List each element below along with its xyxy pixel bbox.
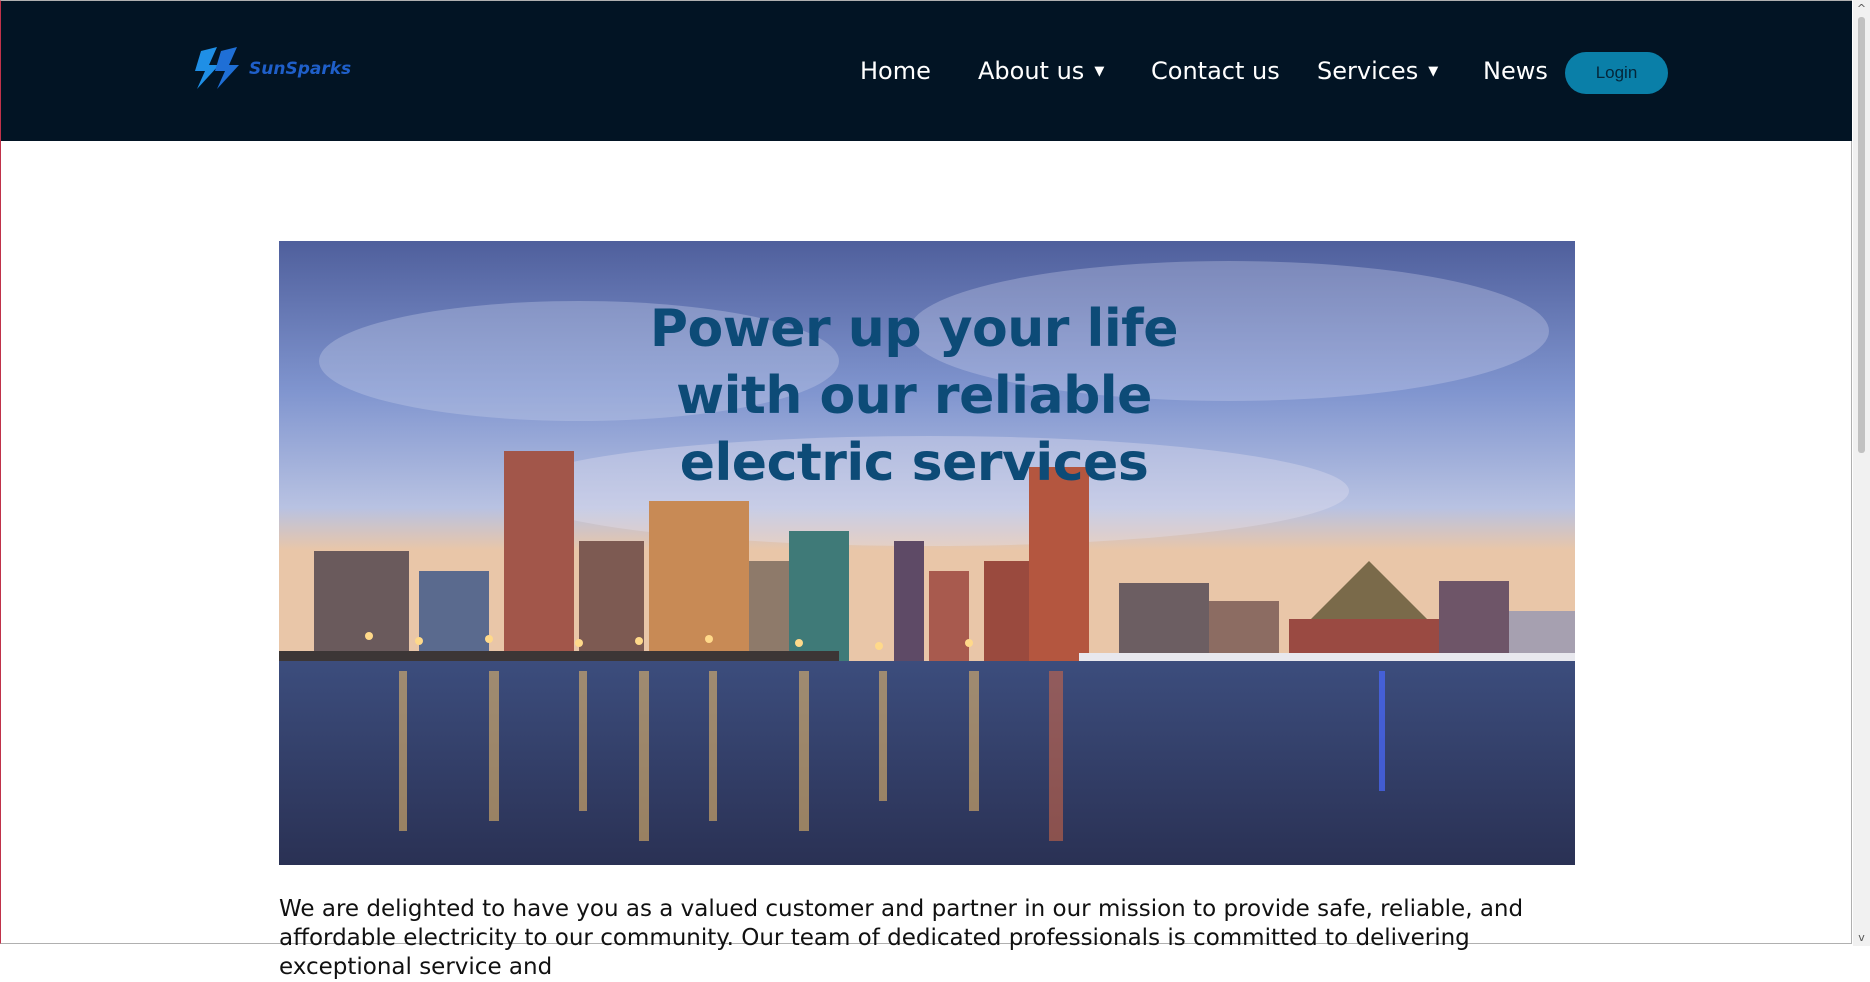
dropdown-caret-icon: ▼ [1094,64,1105,79]
nav-services-label: Services [1317,57,1419,85]
login-button[interactable]: Login [1565,52,1668,94]
nav-home[interactable]: Home [860,57,931,85]
chevron-up-icon[interactable]: ^ [1853,0,1870,17]
vertical-scrollbar[interactable]: ^ v [1853,0,1870,946]
nav-news[interactable]: News [1483,57,1548,85]
nav-about-us[interactable]: About us ▼ [978,57,1104,85]
chevron-down-icon[interactable]: v [1853,929,1870,946]
nav-about-us-label: About us [978,57,1085,85]
hero-title: Power up your life with our reliable ele… [649,299,1179,493]
lightning-logo-icon [195,47,239,89]
dropdown-caret-icon: ▼ [1428,64,1439,79]
intro-paragraph: We are delighted to have you as a valued… [279,896,1524,980]
sunsparks-logo[interactable]: SunSparks [191,43,351,99]
top-navbar: SunSparks Home About us ▼ Contact us Serv… [1,1,1852,141]
nav-contact-us[interactable]: Contact us [1151,57,1280,85]
logo-text: SunSparks [249,59,352,79]
hero-banner: Power up your life with our reliable ele… [279,241,1575,865]
scrollbar-thumb[interactable] [1858,17,1865,453]
nav-services[interactable]: Services ▼ [1317,57,1438,85]
